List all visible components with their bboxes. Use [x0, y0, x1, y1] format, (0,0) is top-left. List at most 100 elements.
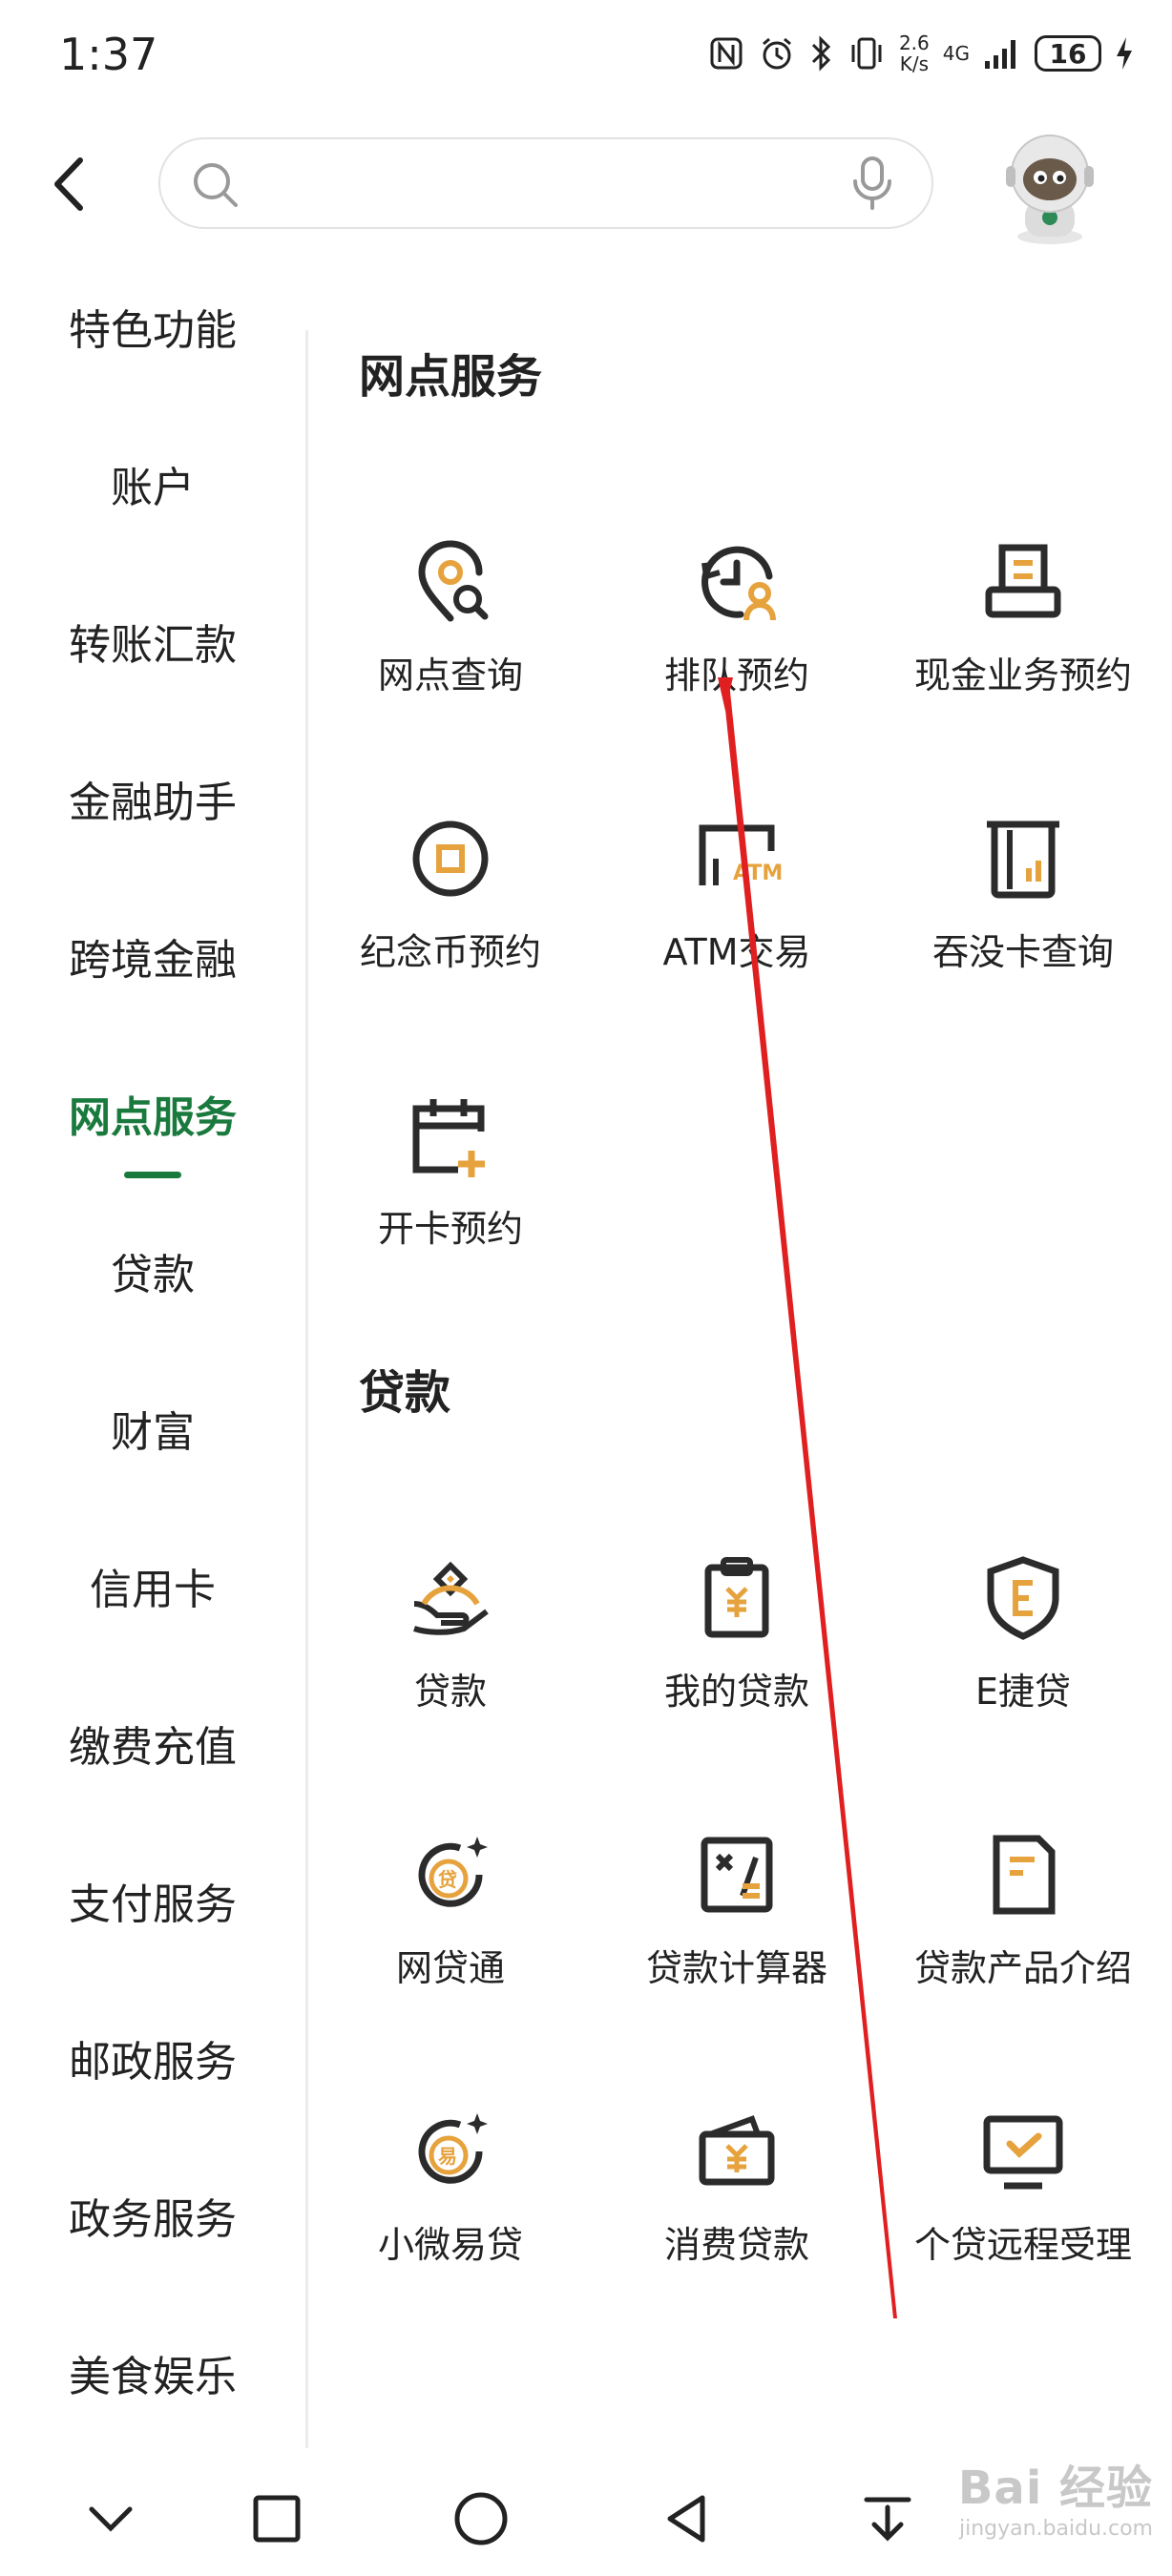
- queue-clock-icon: [684, 530, 789, 634]
- download-arrow-icon: [864, 2497, 911, 2542]
- header: [0, 124, 1172, 248]
- hand-coin-icon: [398, 1546, 503, 1651]
- service-item-label: E捷贷: [974, 1671, 1071, 1713]
- cash-receipt-icon: [971, 530, 1076, 634]
- svg-text:贷: 贷: [438, 1868, 457, 1891]
- location-search-icon: [398, 530, 503, 634]
- status-icons: 2.6 K/s 4G 16: [708, 32, 1134, 74]
- network-type: 4G: [942, 42, 970, 65]
- wallet-yuan-icon: [684, 2099, 789, 2204]
- service-item[interactable]: 消费贷款: [594, 2099, 880, 2268]
- alarm-icon: [762, 37, 791, 70]
- svg-text:ATM: ATM: [733, 862, 783, 885]
- vibrate-icon: [851, 37, 882, 70]
- chevron-down-icon: [89, 2506, 133, 2532]
- calculator-icon: [684, 1822, 789, 1927]
- service-item-label: 纪念币预约: [359, 931, 541, 973]
- sidebar-item[interactable]: 美食娱乐: [0, 2342, 305, 2403]
- service-item-label: 吞没卡查询: [931, 931, 1114, 973]
- charging-icon: [1117, 37, 1132, 70]
- sidebar-item[interactable]: 网点服务: [0, 1083, 305, 1144]
- search-input[interactable]: [252, 156, 790, 212]
- back-button[interactable]: [38, 151, 105, 218]
- service-item[interactable]: 贷网贷通: [307, 1822, 594, 1991]
- nav-collapse-button[interactable]: [53, 2462, 168, 2576]
- signal-icon: [985, 40, 1015, 69]
- service-item[interactable]: 贷款产品介绍: [880, 1822, 1166, 1991]
- battery-indicator: 16: [1035, 35, 1101, 72]
- sidebar-item[interactable]: 转账汇款: [0, 611, 305, 672]
- robot-mascot-icon: [1006, 135, 1094, 244]
- nav-home-button[interactable]: [424, 2462, 538, 2576]
- sidebar-item[interactable]: 跨境金融: [0, 925, 305, 987]
- card-machine-icon: [971, 806, 1076, 911]
- baidu-watermark: Bai 经验 jingyan.baidu.com: [958, 2450, 1153, 2541]
- service-item-label: ATM交易: [662, 931, 811, 973]
- service-item[interactable]: 开卡预约: [307, 1083, 594, 1252]
- search-bar[interactable]: [158, 137, 933, 229]
- sidebar-item[interactable]: 缴费充值: [0, 1713, 305, 1774]
- service-item-label: 消费贷款: [663, 2224, 809, 2266]
- service-item[interactable]: 吞没卡查询: [880, 806, 1166, 975]
- service-item[interactable]: ATM ATM交易: [594, 806, 880, 975]
- service-item-label: 贷款计算器: [645, 1947, 827, 1989]
- service-item-label: 现金业务预约: [913, 654, 1132, 696]
- active-indicator: [124, 1172, 181, 1178]
- status-bar: 1:37 2.6 K/s 4G 16: [0, 0, 1172, 114]
- calendar-add-icon: [398, 1083, 503, 1188]
- sidebar-item[interactable]: 政务服务: [0, 2185, 305, 2246]
- service-item[interactable]: 排队预约: [594, 530, 880, 698]
- square-icon: [253, 2495, 301, 2543]
- sidebar-item[interactable]: 账户: [0, 453, 305, 514]
- service-item[interactable]: 贷款计算器: [594, 1822, 880, 1991]
- search-icon: [194, 163, 238, 207]
- status-time: 1:37: [59, 29, 158, 80]
- service-item[interactable]: 现金业务预约: [880, 530, 1166, 698]
- service-item-label: 贷款: [413, 1671, 487, 1713]
- bluetooth-icon: [811, 35, 831, 72]
- sidebar-item[interactable]: 支付服务: [0, 1870, 305, 1931]
- speed-unit: K/s: [899, 52, 929, 75]
- service-item-label: 小微易贷: [377, 2224, 523, 2266]
- sidebar-item[interactable]: 金融助手: [0, 768, 305, 829]
- sidebar-item[interactable]: 特色功能: [0, 296, 305, 357]
- atm-icon: ATM: [684, 806, 789, 911]
- easy-loan-icon: 易: [398, 2099, 503, 2204]
- service-item-label: 开卡预约: [377, 1208, 523, 1250]
- speed-value: 2.6: [898, 31, 930, 54]
- shield-e-icon: [971, 1546, 1076, 1651]
- sidebar-item[interactable]: 贷款: [0, 1240, 305, 1301]
- clipboard-yuan-icon: [684, 1546, 789, 1651]
- service-item[interactable]: E捷贷: [880, 1546, 1166, 1714]
- sidebar-item[interactable]: 财富: [0, 1398, 305, 1459]
- assistant-avatar[interactable]: [983, 124, 1117, 248]
- service-item[interactable]: 易小微易贷: [307, 2099, 594, 2268]
- commemorative-coin-icon: [398, 806, 503, 911]
- loan-sparkle-icon: 贷: [398, 1822, 503, 1927]
- chevron-left-icon: [54, 157, 83, 211]
- service-item-label: 排队预约: [663, 654, 809, 696]
- nav-recents-button[interactable]: [220, 2462, 334, 2576]
- service-item[interactable]: 贷款: [307, 1546, 594, 1714]
- sidebar-item[interactable]: 邮政服务: [0, 2027, 305, 2088]
- svg-text:易: 易: [438, 2145, 457, 2168]
- nav-dropdown-button[interactable]: [830, 2462, 945, 2576]
- service-item[interactable]: 纪念币预约: [307, 806, 594, 975]
- service-item[interactable]: 我的贷款: [594, 1546, 880, 1714]
- monitor-check-icon: [971, 2099, 1076, 2204]
- nav-back-button[interactable]: [630, 2462, 744, 2576]
- watermark-url: jingyan.baidu.com: [958, 2517, 1153, 2541]
- service-item-label: 个贷远程受理: [913, 2224, 1132, 2266]
- service-item[interactable]: 网点查询: [307, 530, 594, 698]
- watermark-title: Bai 经验: [957, 2462, 1153, 2515]
- microphone-icon[interactable]: [851, 155, 893, 212]
- sidebar-item[interactable]: 信用卡: [0, 1555, 305, 1616]
- service-item-label: 网贷通: [395, 1947, 505, 1989]
- service-item-label: 贷款产品介绍: [913, 1947, 1132, 1989]
- service-item-label: 网点查询: [377, 654, 523, 696]
- service-item[interactable]: 个贷远程受理: [880, 2099, 1166, 2268]
- nfc-icon: [710, 37, 743, 70]
- section-title: 网点服务: [359, 350, 543, 404]
- section-title: 贷款: [359, 1366, 451, 1420]
- circle-icon: [454, 2492, 508, 2545]
